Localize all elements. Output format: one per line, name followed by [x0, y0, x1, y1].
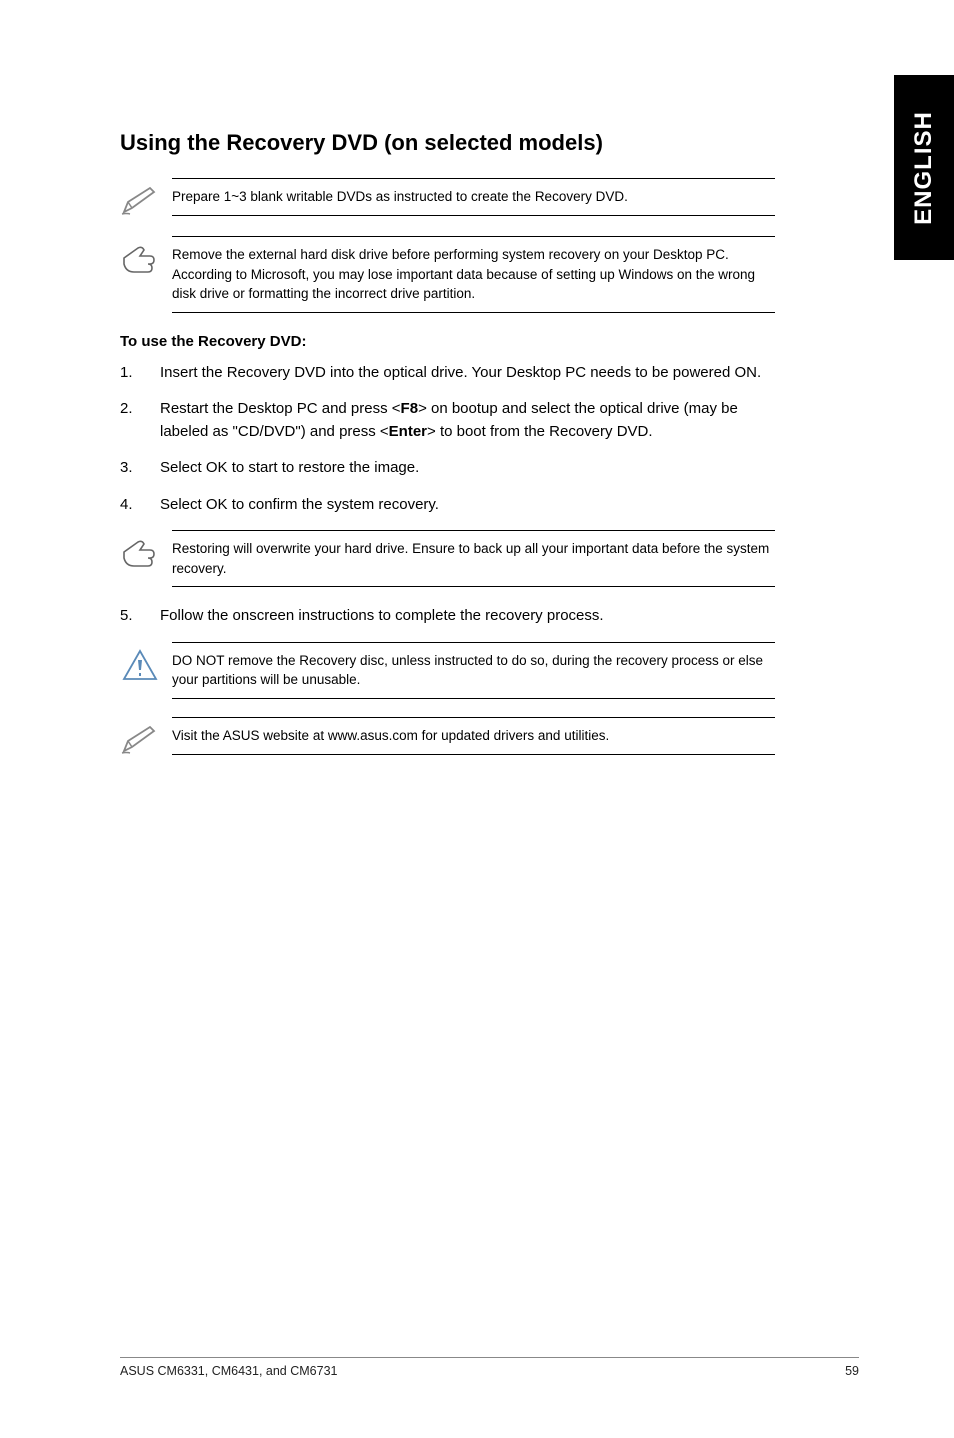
list-item: 2. Restart the Desktop PC and press <F8>… [120, 398, 775, 443]
list-item: 5. Follow the onscreen instructions to c… [120, 605, 775, 628]
step-text: Select OK to confirm the system recovery… [160, 494, 775, 517]
hand-point-icon [120, 530, 172, 574]
language-tab-label: ENGLISH [910, 111, 938, 225]
step-number: 1. [120, 362, 160, 385]
note-body: Prepare 1~3 blank writable DVDs as instr… [172, 178, 775, 216]
step-text: Restart the Desktop PC and press <F8> on… [160, 398, 775, 443]
list-item: 1. Insert the Recovery DVD into the opti… [120, 362, 775, 385]
step-number: 2. [120, 398, 160, 443]
warning-icon [120, 642, 172, 684]
step-number: 4. [120, 494, 160, 517]
footer-left: ASUS CM6331, CM6431, and CM6731 [120, 1364, 337, 1378]
step-text: Insert the Recovery DVD into the optical… [160, 362, 775, 385]
note-do-not-remove: DO NOT remove the Recovery disc, unless … [120, 642, 775, 699]
language-tab: ENGLISH [894, 75, 954, 260]
note-body: Remove the external hard disk drive befo… [172, 236, 775, 313]
hand-point-icon [120, 236, 172, 280]
note-visit-website: Visit the ASUS website at www.asus.com f… [120, 717, 775, 757]
page-heading: Using the Recovery DVD (on selected mode… [120, 130, 775, 156]
step-number: 5. [120, 605, 160, 628]
footer-page-number: 59 [845, 1364, 859, 1378]
steps-list-continued: 5. Follow the onscreen instructions to c… [120, 605, 775, 628]
step-text: Select OK to start to restore the image. [160, 457, 775, 480]
note-body: Visit the ASUS website at www.asus.com f… [172, 717, 775, 755]
note-prepare-dvds: Prepare 1~3 blank writable DVDs as instr… [120, 178, 775, 218]
page-content: Using the Recovery DVD (on selected mode… [0, 0, 870, 757]
steps-list: 1. Insert the Recovery DVD into the opti… [120, 362, 775, 517]
list-item: 4. Select OK to confirm the system recov… [120, 494, 775, 517]
note-remove-hdd: Remove the external hard disk drive befo… [120, 236, 775, 313]
section-label: To use the Recovery DVD: [120, 333, 775, 350]
pencil-icon [120, 717, 172, 757]
note-restoring-overwrite: Restoring will overwrite your hard drive… [120, 530, 775, 587]
list-item: 3. Select OK to start to restore the ima… [120, 457, 775, 480]
pencil-icon [120, 178, 172, 218]
step-number: 3. [120, 457, 160, 480]
note-body: DO NOT remove the Recovery disc, unless … [172, 642, 775, 699]
note-body: Restoring will overwrite your hard drive… [172, 530, 775, 587]
page-footer: ASUS CM6331, CM6431, and CM6731 59 [120, 1357, 859, 1378]
step-text: Follow the onscreen instructions to comp… [160, 605, 775, 628]
